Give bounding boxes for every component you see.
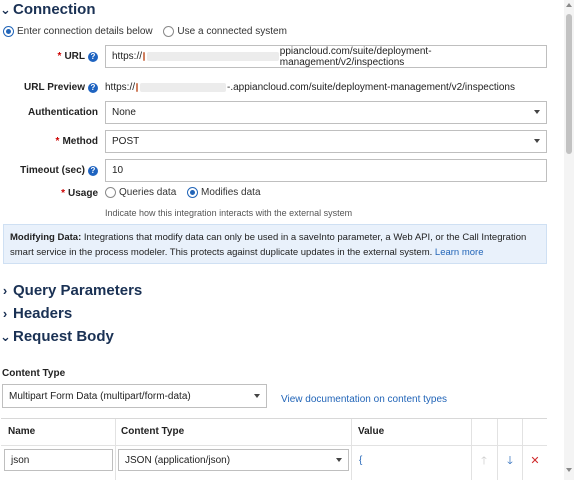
url-preview-label: URL Preview ? [24,82,98,93]
usage-radios: Queries data Modifies data [105,187,269,198]
usage-hint: Indicate how this integration interacts … [105,208,353,218]
connection-mode-radios: Enter connection details below Use a con… [3,26,295,37]
learn-more-link[interactable]: Learn more [435,247,484,258]
multipart-grid: Name Content Type Value json JSON (appli… [1,418,547,480]
column-header-name: Name [8,426,36,437]
radio-queries-data[interactable] [105,187,116,198]
part-name-input[interactable]: json [4,449,113,471]
radio-enter-details[interactable] [3,26,14,37]
chevron-right-icon: › [2,283,8,298]
part-content-type-select[interactable]: JSON (application/json) [118,449,349,471]
scroll-down-icon[interactable] [566,468,572,472]
radio-modifies-data[interactable] [187,187,199,198]
chevron-down-icon: ⌄ [0,328,11,344]
arrow-up-icon[interactable]: 🡑 [477,454,491,468]
chevron-down-icon: ⌄ [0,1,11,17]
url-input[interactable]: https:// ppiancloud.com/suite/deployment… [105,45,547,68]
remove-x-icon[interactable]: ✕ [528,454,542,468]
help-icon[interactable]: ? [88,51,98,62]
authentication-label: Authentication [28,107,98,118]
vertical-scrollbar[interactable] [564,0,574,480]
timeout-label: Timeout (sec) ? [20,165,98,176]
content-types-doc-link[interactable]: View documentation on content types [281,394,447,405]
content-type-select[interactable]: Multipart Form Data (multipart/form-data… [2,384,267,408]
authentication-select[interactable]: None [105,101,547,124]
table-row: json JSON (application/json) { 🡑 🡓 ✕ [1,445,547,477]
content-type-label: Content Type [2,368,66,379]
section-connection[interactable]: ⌄ Connection [0,1,96,18]
dropdown-caret-icon [534,110,540,114]
radio-label: Queries data [119,187,177,198]
help-icon[interactable]: ? [88,82,98,93]
dropdown-caret-icon [254,394,260,398]
url-label: * URL ? [58,51,98,62]
method-select[interactable]: POST [105,130,547,153]
url-preview-value: https://-.appiancloud.com/suite/deployme… [105,82,515,93]
chevron-right-icon: › [2,306,8,321]
dropdown-caret-icon [534,139,540,143]
dropdown-caret-icon [336,458,342,462]
scrollbar-thumb[interactable] [566,14,572,154]
integration-editor: ⌄ Connection Enter connection details be… [0,0,574,480]
column-header-content-type: Content Type [121,426,185,437]
timeout-input[interactable]: 10 [105,159,547,182]
redacted-region [140,82,227,92]
section-query-parameters[interactable]: › Query Parameters [0,282,142,299]
radio-label: Modifies data [201,187,261,198]
radio-label: Enter connection details below [17,26,153,37]
usage-label: * Usage [61,188,98,199]
modifying-data-info: Modifying Data: Integrations that modify… [3,224,547,264]
arrow-down-icon[interactable]: 🡓 [503,454,517,468]
help-icon[interactable]: ? [88,165,98,176]
method-label: * Method [55,136,98,147]
section-headers[interactable]: › Headers [0,305,72,322]
redacted-region [146,52,279,61]
part-value-expression[interactable]: { [359,455,362,466]
column-header-value: Value [358,426,385,437]
radio-connected-system[interactable] [163,26,175,37]
radio-label: Use a connected system [177,26,287,37]
section-request-body[interactable]: ⌄ Request Body [0,328,114,345]
section-title: Connection [13,1,96,18]
scroll-up-icon[interactable] [566,3,572,7]
